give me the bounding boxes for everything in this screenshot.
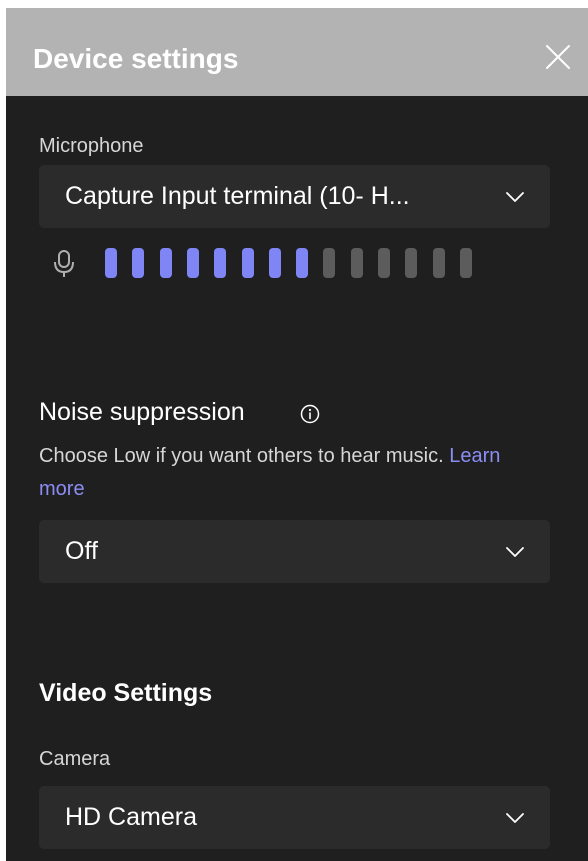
mic-level-bar xyxy=(323,248,336,278)
noise-suppression-dropdown[interactable]: Off xyxy=(39,520,550,583)
mic-level-bar xyxy=(159,248,172,278)
microphone-label: Microphone xyxy=(39,135,144,157)
device-settings-panel: Device settings Microphone Capture Input… xyxy=(6,8,588,861)
close-icon xyxy=(546,45,570,69)
microphone-icon xyxy=(54,250,74,277)
mic-level-bar xyxy=(268,248,281,278)
dialog-title: Device settings xyxy=(33,43,239,74)
mic-level-bar xyxy=(378,248,390,278)
noise-suppression-selected-value: Off xyxy=(65,537,98,565)
mic-level-bar xyxy=(105,248,117,278)
video-settings-heading: Video Settings xyxy=(39,679,213,707)
mic-level-bar xyxy=(241,248,254,278)
camera-selected-value: HD Camera xyxy=(65,803,197,831)
camera-label: Camera xyxy=(39,748,111,770)
microphone-selected-value: Capture Input terminal (10- H... xyxy=(65,182,410,210)
mic-level-bar xyxy=(350,248,363,278)
noise-suppression-description-text: Choose Low if you want others to hear mu… xyxy=(39,445,444,467)
mic-level-bar xyxy=(186,248,199,278)
mic-level-bar xyxy=(214,248,227,278)
mic-level-bar xyxy=(459,248,472,278)
camera-dropdown[interactable]: HD Camera xyxy=(39,786,550,849)
dialog-header: Device settings xyxy=(6,8,588,96)
noise-suppression-description: Choose Low if you want others to hear mu… xyxy=(39,440,509,506)
chevron-down-icon xyxy=(506,547,524,557)
info-icon[interactable] xyxy=(299,403,321,425)
microphone-dropdown[interactable]: Capture Input terminal (10- H... xyxy=(39,165,550,228)
mic-level-bar xyxy=(132,248,145,278)
chevron-down-icon xyxy=(506,813,524,823)
mic-level-bar xyxy=(432,248,445,278)
close-button[interactable] xyxy=(542,41,574,73)
noise-suppression-heading: Noise suppression xyxy=(39,398,245,426)
mic-level-bar xyxy=(296,248,309,278)
chevron-down-icon xyxy=(506,192,524,202)
mic-level-bar xyxy=(405,248,418,278)
